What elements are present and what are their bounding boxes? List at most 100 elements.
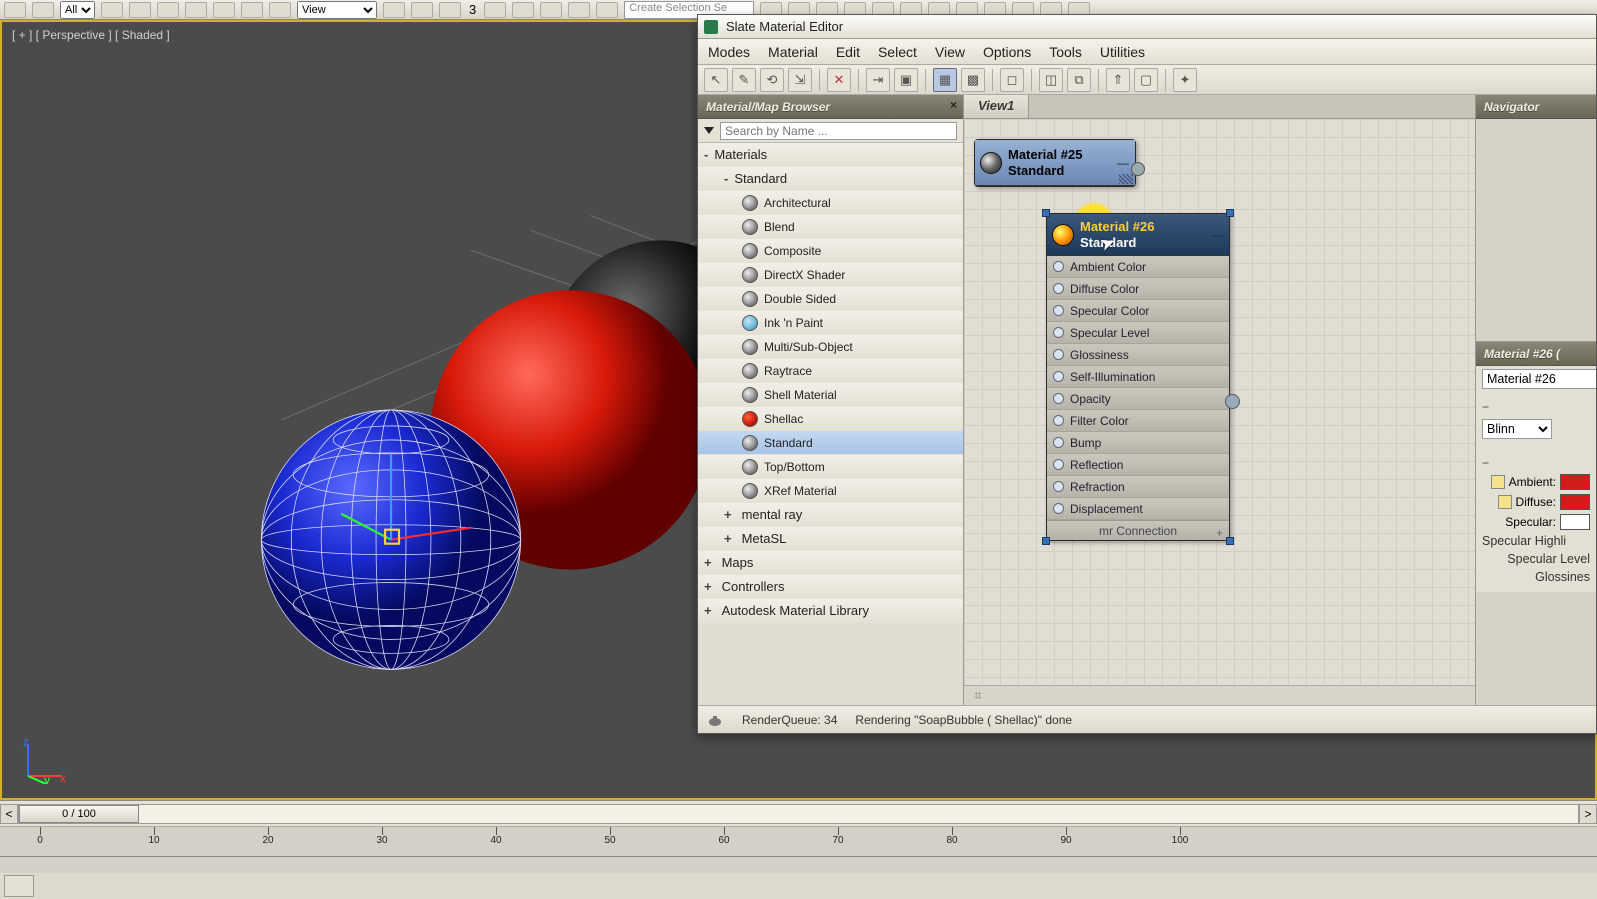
view-icon[interactable]: ▢ [1134, 68, 1158, 92]
input-port[interactable] [1053, 283, 1064, 294]
navigator-canvas[interactable] [1476, 119, 1596, 341]
preview2-icon[interactable]: ◫ [1039, 68, 1063, 92]
ambient-color-swatch[interactable] [1560, 474, 1590, 490]
tree-group-materials[interactable]: Materials [698, 143, 963, 167]
time-slider-track[interactable]: 0 / 100 [18, 804, 1579, 824]
lock-icon[interactable] [1491, 475, 1505, 489]
tool-icon[interactable] [4, 2, 26, 18]
material-node-25[interactable]: Material #25 Standard — [974, 139, 1136, 187]
tool-icon[interactable] [269, 2, 291, 18]
material-node-26[interactable]: Material #26 Standard — Ambient ColorDif… [1046, 213, 1230, 541]
browser-tree[interactable]: Materials Standard ArchitecturalBlendCom… [698, 143, 963, 705]
tab-view1[interactable]: View1 [964, 95, 1029, 118]
input-slot-displacement[interactable]: Displacement [1047, 498, 1229, 520]
options-dropdown-icon[interactable] [704, 127, 714, 134]
collapse-icon[interactable]: — [1210, 228, 1224, 242]
delete-icon[interactable]: ✕ [827, 68, 851, 92]
material-type-composite[interactable]: Composite [698, 239, 963, 263]
time-slider-thumb[interactable]: 0 / 100 [19, 805, 139, 823]
tree-group-controllers[interactable]: Controllers [698, 575, 963, 599]
input-slot-diffuse-color[interactable]: Diffuse Color [1047, 278, 1229, 300]
menu-tools[interactable]: Tools [1049, 44, 1082, 60]
material-type-raytrace[interactable]: Raytrace [698, 359, 963, 383]
assign-icon[interactable]: ⟲ [760, 68, 784, 92]
material-type-blend[interactable]: Blend [698, 215, 963, 239]
input-slot-bump[interactable]: Bump [1047, 432, 1229, 454]
menu-edit[interactable]: Edit [836, 44, 860, 60]
menu-material[interactable]: Material [768, 44, 818, 60]
tool-icon[interactable] [439, 2, 461, 18]
tool-icon[interactable] [129, 2, 151, 18]
menu-view[interactable]: View [935, 44, 965, 60]
scroll-right-button[interactable]: > [1579, 804, 1597, 824]
material-type-xref-material[interactable]: XRef Material [698, 479, 963, 503]
tool-icon[interactable] [32, 2, 54, 18]
output-port[interactable] [1131, 162, 1145, 176]
tree-group-autodesk[interactable]: Autodesk Material Library [698, 599, 963, 623]
input-slot-ambient-color[interactable]: Ambient Color [1047, 256, 1229, 278]
basic-params-group-header[interactable] [1476, 454, 1596, 472]
selection-handle[interactable] [1042, 209, 1050, 217]
select-parent-icon[interactable]: ⇑ [1106, 68, 1130, 92]
show-map-icon[interactable]: ▦ [933, 68, 957, 92]
search-input[interactable] [720, 122, 957, 140]
input-port[interactable] [1053, 459, 1064, 470]
slate-titlebar[interactable]: Slate Material Editor [698, 15, 1596, 39]
input-slot-glossiness[interactable]: Glossiness [1047, 344, 1229, 366]
status-icon[interactable] [4, 875, 34, 897]
time-ruler[interactable]: 0102030405060708090100 [0, 827, 1597, 857]
specular-color-swatch[interactable] [1560, 514, 1590, 530]
lock-icon[interactable] [1498, 495, 1512, 509]
tool-icon[interactable] [540, 2, 562, 18]
input-port[interactable] [1053, 415, 1064, 426]
time-slider[interactable]: < 0 / 100 > [0, 801, 1597, 827]
node-footer[interactable]: mr Connection + [1047, 520, 1229, 540]
material-type-top-bottom[interactable]: Top/Bottom [698, 455, 963, 479]
view-dropdown[interactable]: View [297, 1, 377, 19]
material-name-field[interactable] [1482, 369, 1596, 389]
tool-icon[interactable] [383, 2, 405, 18]
selection-handle[interactable] [1226, 209, 1234, 217]
diffuse-color-swatch[interactable] [1560, 494, 1590, 510]
filter-dropdown[interactable]: All [60, 1, 95, 19]
input-slot-specular-level[interactable]: Specular Level [1047, 322, 1229, 344]
tree-group-mentalray[interactable]: mental ray [698, 503, 963, 527]
material-editor-icon[interactable]: ✦ [1173, 68, 1197, 92]
node-view-canvas[interactable]: Material #25 Standard — Material #26 [964, 119, 1475, 685]
material-type-double-sided[interactable]: Double Sided [698, 287, 963, 311]
input-port[interactable] [1053, 481, 1064, 492]
material-type-architectural[interactable]: Architectural [698, 191, 963, 215]
input-slot-specular-color[interactable]: Specular Color [1047, 300, 1229, 322]
tool-icon[interactable] [101, 2, 123, 18]
material-type-standard[interactable]: Standard [698, 431, 963, 455]
slate-material-editor-window[interactable]: Slate Material Editor Modes Material Edi… [697, 14, 1597, 734]
material-type-shellac[interactable]: Shellac [698, 407, 963, 431]
arrow-tool-icon[interactable]: ↖ [704, 68, 728, 92]
menu-options[interactable]: Options [983, 44, 1031, 60]
material-type-directx-shader[interactable]: DirectX Shader [698, 263, 963, 287]
tool-icon[interactable] [241, 2, 263, 18]
tool-icon[interactable] [484, 2, 506, 18]
menu-utilities[interactable]: Utilities [1100, 44, 1145, 60]
input-port[interactable] [1053, 261, 1064, 272]
input-port[interactable] [1053, 437, 1064, 448]
selection-handle[interactable] [1042, 537, 1050, 545]
tree-group-metasl[interactable]: MetaSL [698, 527, 963, 551]
move-children-icon[interactable]: ⇥ [866, 68, 890, 92]
tree-group-standard[interactable]: Standard [698, 167, 963, 191]
tool-icon[interactable] [157, 2, 179, 18]
input-port[interactable] [1053, 503, 1064, 514]
shader-group-header[interactable] [1476, 398, 1596, 416]
input-slot-opacity[interactable]: Opacity [1047, 388, 1229, 410]
input-slot-refraction[interactable]: Refraction [1047, 476, 1229, 498]
material-type-shell-material[interactable]: Shell Material [698, 383, 963, 407]
selection-handle[interactable] [1226, 537, 1234, 545]
menu-modes[interactable]: Modes [708, 44, 750, 60]
tree-group-maps[interactable]: Maps [698, 551, 963, 575]
tool-icon[interactable] [596, 2, 618, 18]
scroll-left-button[interactable]: < [0, 804, 18, 824]
input-slot-filter-color[interactable]: Filter Color [1047, 410, 1229, 432]
collapse-icon[interactable]: — [1116, 156, 1130, 170]
tool-icon[interactable] [512, 2, 534, 18]
layout-icon[interactable]: ▣ [894, 68, 918, 92]
